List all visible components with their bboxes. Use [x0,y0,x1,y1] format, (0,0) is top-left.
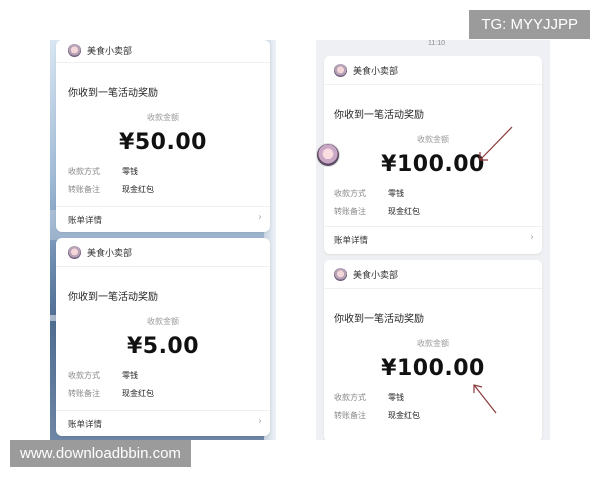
arrow-up-left-icon [473,384,497,414]
watermark-top: TG: MYYJJPP [469,10,590,39]
annotation-arrows [473,126,513,414]
arrow-down-left-icon [479,126,513,161]
watermark-bottom: www.downloadbbin.com [10,440,191,467]
